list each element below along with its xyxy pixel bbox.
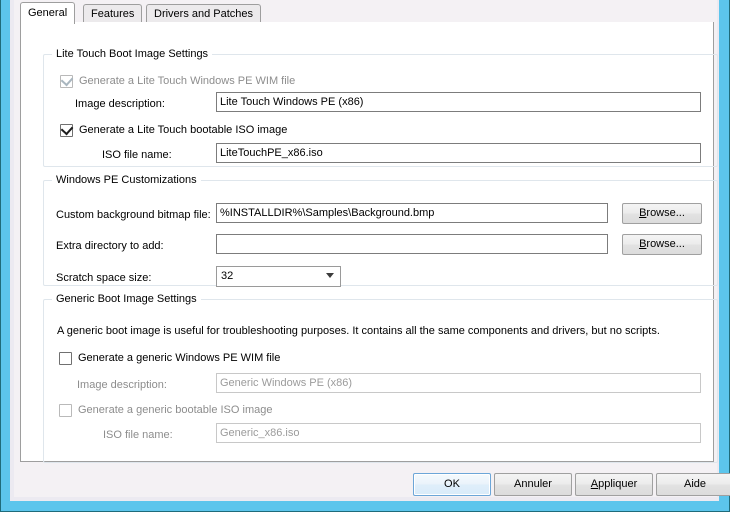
dialog-window: General Features Drivers and Patches Lit… (0, 0, 730, 512)
group-windows-pe-customizations: Windows PE Customizations (43, 174, 718, 286)
checkbox-lite-touch-wim-box[interactable] (60, 73, 74, 88)
label-scratch-space-size: Scratch space size: (56, 272, 152, 284)
tab-features[interactable]: Features (83, 4, 143, 23)
tab-general-label: General (28, 7, 68, 19)
group-generic-boot-caption: Generic Boot Image Settings (52, 293, 201, 305)
input-custom-background-bitmap-file[interactable]: %INSTALLDIR%\Samples\Background.bmp (216, 203, 608, 223)
cancel-button-label: Annuler (514, 478, 552, 490)
help-button[interactable]: Aide (656, 473, 730, 496)
input-lite-touch-iso-file-name[interactable]: LiteTouchPE_x86.iso (216, 143, 701, 163)
checkbox-generate-generic-wim[interactable]: Generate a generic Windows PE WIM file (59, 351, 280, 366)
browse-bitmap-label-rest: rowse... (646, 207, 685, 219)
dialog-client-area: General Features Drivers and Patches Lit… (14, 0, 730, 497)
combo-scratch-space-size-value: 32 (221, 270, 234, 282)
label-extra-directory-to-add: Extra directory to add: (56, 240, 164, 252)
tab-drivers-and-patches[interactable]: Drivers and Patches (146, 4, 262, 23)
input-extra-directory-to-add[interactable] (216, 234, 608, 254)
checkbox-lite-touch-wim-label: Generate a Lite Touch Windows PE WIM fil… (79, 75, 296, 87)
browse-extra-directory-button[interactable]: Browse... (622, 234, 702, 255)
checkbox-generate-generic-iso[interactable]: Generate a generic bootable ISO image (59, 403, 272, 418)
checkbox-generic-wim-box[interactable] (59, 352, 72, 365)
input-lite-touch-image-description[interactable]: Lite Touch Windows PE (x86) (216, 92, 701, 112)
generic-boot-description: A generic boot image is useful for troub… (57, 325, 660, 337)
checkbox-generic-iso-box[interactable] (59, 404, 72, 417)
tab-features-label: Features (91, 8, 135, 20)
combo-scratch-space-size[interactable]: 32 (216, 266, 341, 287)
tab-strip: General Features Drivers and Patches (20, 2, 714, 24)
tab-page-general: Lite Touch Boot Image Settings Generate … (20, 22, 718, 463)
window-chrome-bottom (1, 501, 729, 511)
chevron-down-icon[interactable] (326, 273, 334, 278)
browse-bitmap-button[interactable]: Browse... (622, 203, 702, 224)
group-windows-pe-caption: Windows PE Customizations (52, 174, 201, 186)
tab-general[interactable]: General (20, 2, 76, 24)
help-button-label: Aide (683, 478, 707, 490)
input-generic-iso-file-name[interactable]: Generic_x86.iso (216, 423, 701, 443)
label-lite-touch-iso-file-name: ISO file name: (102, 149, 172, 161)
checkbox-lite-touch-iso-label: Generate a Lite Touch bootable ISO image (79, 124, 288, 136)
ok-button[interactable]: OK (413, 473, 491, 496)
checkbox-generic-wim-label: Generate a generic Windows PE WIM file (78, 352, 281, 364)
label-custom-background-bitmap-file: Custom background bitmap file: (56, 209, 211, 221)
label-generic-image-description: Image description: (77, 379, 167, 391)
checkbox-generate-lite-touch-wim[interactable]: Generate a Lite Touch Windows PE WIM fil… (60, 73, 296, 89)
label-generic-iso-file-name: ISO file name: (103, 429, 173, 441)
tab-drivers-label: Drivers and Patches (154, 8, 254, 20)
label-lite-touch-image-description: Image description: (75, 98, 165, 110)
checkbox-lite-touch-iso-box[interactable] (60, 122, 74, 137)
window-chrome-right (719, 0, 729, 512)
apply-button[interactable]: Appliquer (575, 473, 653, 496)
input-generic-image-description[interactable]: Generic Windows PE (x86) (216, 373, 701, 393)
ok-button-label: OK (444, 478, 460, 490)
cancel-button[interactable]: Annuler (494, 473, 572, 496)
window-chrome-left (1, 0, 10, 512)
browse-extra-label-rest: rowse... (646, 238, 685, 250)
group-lite-touch-caption: Lite Touch Boot Image Settings (52, 48, 213, 60)
apply-button-label-rest: ppliquer (598, 478, 638, 490)
checkbox-generate-lite-touch-iso[interactable]: Generate a Lite Touch bootable ISO image (60, 122, 288, 138)
apply-button-accel: A (590, 478, 599, 490)
checkbox-generic-iso-label: Generate a generic bootable ISO image (78, 404, 273, 416)
